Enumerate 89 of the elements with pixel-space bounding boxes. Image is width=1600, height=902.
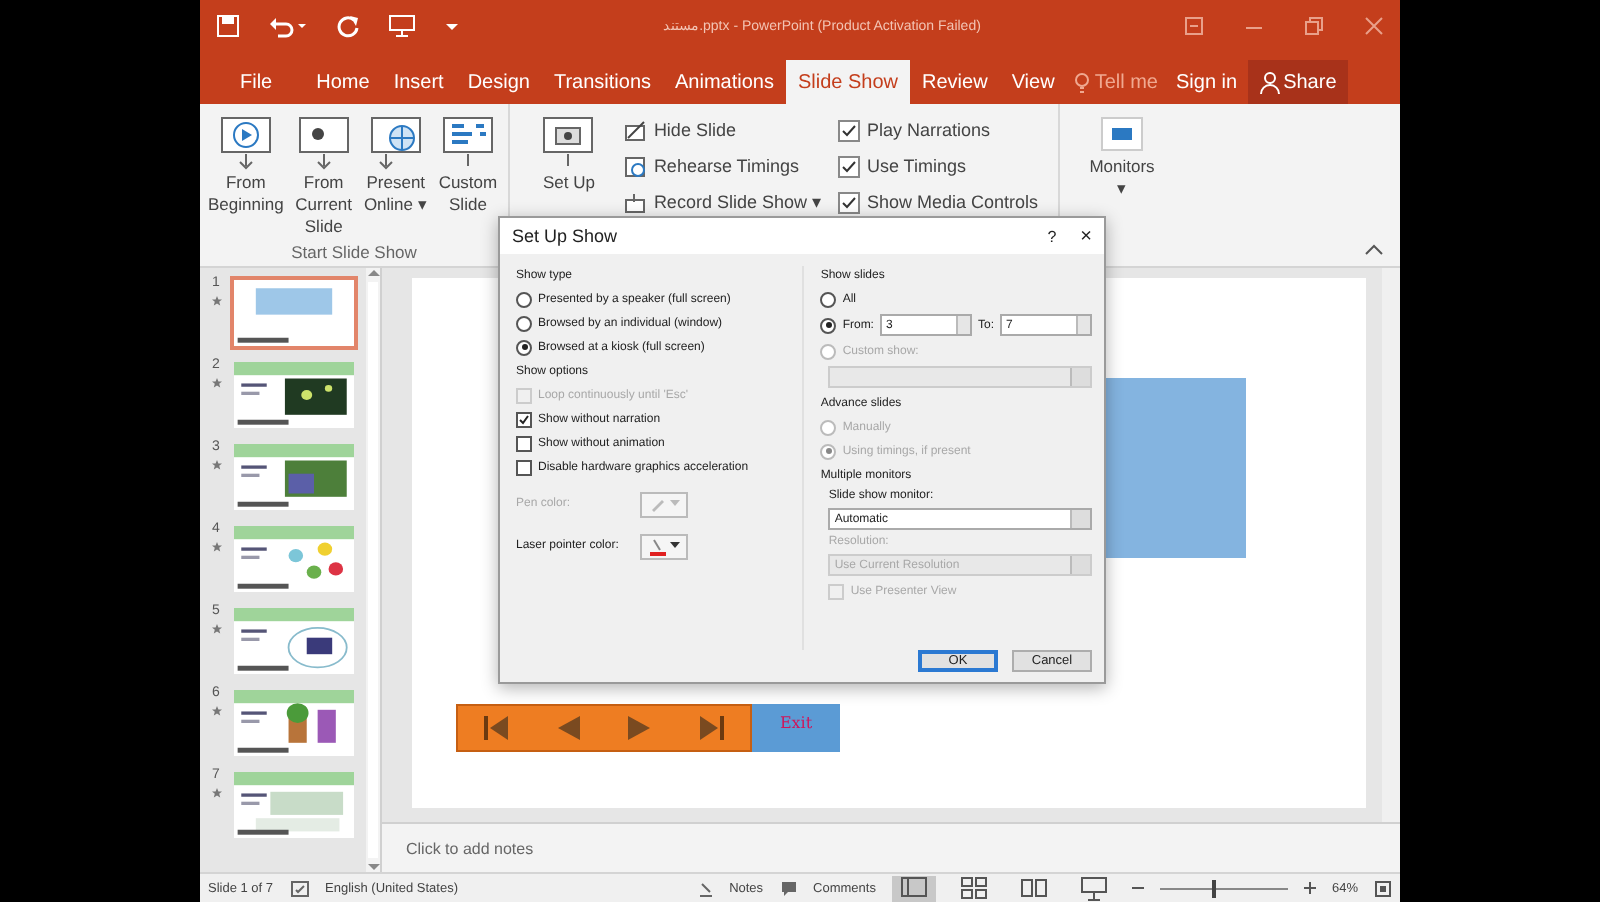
stopwatch-icon[interactable] [623, 155, 648, 177]
notes-icon[interactable] [697, 879, 714, 897]
radio-button[interactable] [516, 315, 532, 331]
notes-placeholder[interactable]: Click to add notes [406, 839, 534, 857]
ribbon-tab[interactable]: Insert [381, 60, 456, 104]
close-button[interactable]: × [1080, 225, 1092, 247]
share-button[interactable]: Share [1247, 60, 1349, 104]
view-button[interactable] [891, 875, 936, 901]
hide-slide-icon[interactable] [623, 119, 648, 141]
custom-show-icon[interactable] [437, 112, 498, 172]
slide-thumbnail[interactable] [230, 604, 358, 678]
normal-view-icon [897, 874, 930, 902]
ribbon-tab[interactable]: Design [455, 60, 542, 104]
collapse-ribbon-icon[interactable] [1364, 242, 1384, 258]
star-icon[interactable] [211, 460, 221, 470]
radio-button[interactable] [820, 317, 837, 333]
ribbon-button[interactable]: Present Online ▾ [359, 108, 432, 242]
star-icon[interactable] [211, 788, 221, 798]
next-icon[interactable] [625, 714, 654, 742]
undo-icon[interactable] [268, 13, 308, 37]
slide-thumbnail[interactable] [230, 440, 358, 514]
sign-in-link[interactable]: Sign in [1166, 60, 1248, 104]
spellcheck-icon[interactable] [289, 879, 310, 897]
help-button[interactable]: ? [1047, 227, 1057, 245]
ribbon-tab[interactable]: Animations [663, 60, 786, 104]
slide-thumbnail[interactable] [230, 768, 358, 842]
group-label: Start Slide Show [289, 242, 419, 266]
star-icon[interactable] [211, 706, 221, 716]
lightbulb-icon[interactable] [1074, 71, 1091, 93]
zoom-slider-thumb[interactable] [1211, 879, 1216, 897]
ribbon-button[interactable]: Hide Slide [623, 116, 839, 144]
person-icon[interactable] [1259, 71, 1280, 93]
setup-screen-icon[interactable] [538, 112, 599, 172]
checkbox-label: Use Timings [866, 156, 966, 176]
checkbox[interactable] [838, 119, 861, 141]
caret-icon[interactable] [669, 542, 679, 550]
fit-to-window-icon[interactable] [1374, 879, 1392, 897]
ribbon-button[interactable]: From Beginning [204, 108, 288, 242]
checkbox[interactable] [838, 155, 861, 177]
vertical-scrollbar[interactable] [1382, 268, 1400, 822]
color-picker[interactable] [640, 533, 688, 559]
checkbox-label: Show Media Controls [866, 192, 1039, 212]
star-icon[interactable] [211, 296, 221, 306]
slideshow-view-icon [1077, 874, 1110, 902]
ribbon-button[interactable]: Custom Slide [431, 108, 504, 242]
current-slide-icon[interactable] [293, 112, 354, 172]
ribbon-button[interactable]: Record Slide Show ▾ [623, 188, 839, 216]
checkbox[interactable] [516, 435, 532, 451]
zoom-in-icon[interactable] [1303, 882, 1316, 894]
ribbon-tab[interactable]: View [999, 60, 1067, 104]
radio-button[interactable] [820, 291, 837, 307]
checkbox[interactable] [516, 459, 532, 475]
scrollbar-thumb[interactable] [368, 282, 378, 858]
monitor-icon[interactable] [1098, 112, 1146, 156]
ribbon-button[interactable]: Rehearse Timings [623, 152, 839, 180]
zoom-out-icon[interactable] [1131, 882, 1144, 894]
radio-button[interactable] [516, 291, 532, 307]
slide-thumbnail[interactable] [230, 358, 358, 432]
checkbox[interactable] [838, 191, 861, 213]
star-icon[interactable] [211, 378, 221, 388]
first-slide-icon[interactable] [479, 714, 512, 742]
redo-icon[interactable] [336, 13, 360, 37]
comment-icon[interactable] [779, 879, 798, 897]
ribbon-button[interactable]: From Current Slide [287, 108, 360, 242]
checkbox[interactable] [516, 411, 532, 427]
ribbon-tab[interactable]: Review [910, 60, 1000, 104]
play-slide-icon[interactable] [215, 112, 276, 172]
slide-thumbnail[interactable] [230, 686, 358, 760]
reading-view-icon [1017, 874, 1050, 902]
star-icon[interactable] [211, 624, 221, 634]
last-slide-icon[interactable] [696, 714, 729, 742]
globe-screen-icon[interactable] [365, 112, 426, 172]
slide-thumbnail[interactable] [230, 276, 358, 350]
star-icon[interactable] [211, 542, 221, 552]
laser-pointer-icon[interactable] [649, 537, 665, 555]
save-icon[interactable] [216, 13, 240, 37]
previous-icon[interactable] [554, 714, 583, 742]
presentation-icon[interactable] [388, 13, 416, 37]
monitors-button[interactable]: Monitors ▾ [1064, 108, 1180, 204]
ribbon-tab[interactable]: Home [304, 60, 382, 104]
ribbon-tab[interactable]: File [212, 60, 305, 104]
record-icon[interactable] [623, 191, 648, 213]
radio-button[interactable] [516, 339, 532, 355]
dialog-title: Set Up Show [512, 226, 620, 246]
slide-thumbnail[interactable] [230, 522, 358, 596]
ribbon-tab[interactable]: Slide Show [785, 60, 911, 104]
checkbox-label: Play Narrations [866, 120, 990, 140]
sorter-view-icon [957, 874, 990, 902]
ribbon-tab[interactable]: Transitions [541, 60, 664, 104]
